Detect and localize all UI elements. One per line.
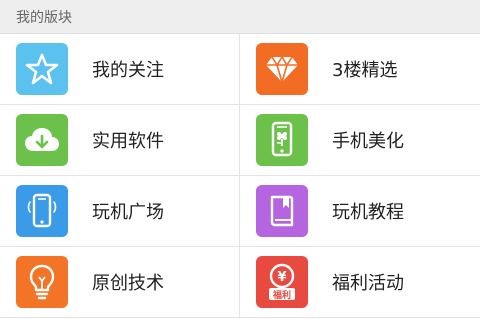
- tile-phone-plaza[interactable]: 玩机广场: [0, 176, 240, 247]
- welfare-coin-icon: ¥ 福利: [256, 256, 308, 308]
- tile-phone-beautify[interactable]: 手机美化: [240, 105, 480, 176]
- tile-my-follows[interactable]: 我的关注: [0, 34, 240, 105]
- tile-welfare-events[interactable]: ¥ 福利 福利活动: [240, 247, 480, 318]
- tile-label: 福利活动: [332, 273, 404, 294]
- welfare-symbol: ¥: [277, 270, 286, 285]
- diamond-icon: [256, 43, 308, 95]
- tile-original-tech[interactable]: 原创技术: [0, 247, 240, 318]
- star-icon: [16, 43, 68, 95]
- welfare-icon-text: 福利: [272, 289, 291, 301]
- tile-useful-software[interactable]: 实用软件: [0, 105, 240, 176]
- tile-label: 我的关注: [92, 60, 164, 81]
- tile-label: 玩机教程: [332, 202, 404, 223]
- tile-phone-tutorials[interactable]: 玩机教程: [240, 176, 480, 247]
- tile-label: 实用软件: [92, 131, 164, 152]
- my-sections-page: 我的版块 我的关注 3楼精选 实用软件 手机美化 玩机广场 玩机教程 原创技术 …: [0, 0, 480, 319]
- tile-featured[interactable]: 3楼精选: [240, 34, 480, 105]
- tile-label: 手机美化: [332, 131, 404, 152]
- sections-grid: 我的关注 3楼精选 实用软件 手机美化 玩机广场 玩机教程 原创技术 ¥ 福利 …: [0, 34, 480, 318]
- lightbulb-icon: [16, 256, 68, 308]
- section-title: 我的版块: [16, 9, 72, 26]
- book-icon: [256, 185, 308, 237]
- phone-flower-icon: [256, 114, 308, 166]
- tile-label: 玩机广场: [92, 202, 164, 223]
- tile-label: 原创技术: [92, 273, 164, 294]
- cloud-download-icon: [16, 114, 68, 166]
- phone-icon: [16, 185, 68, 237]
- section-header: 我的版块: [0, 0, 480, 34]
- tile-label: 3楼精选: [332, 60, 398, 81]
